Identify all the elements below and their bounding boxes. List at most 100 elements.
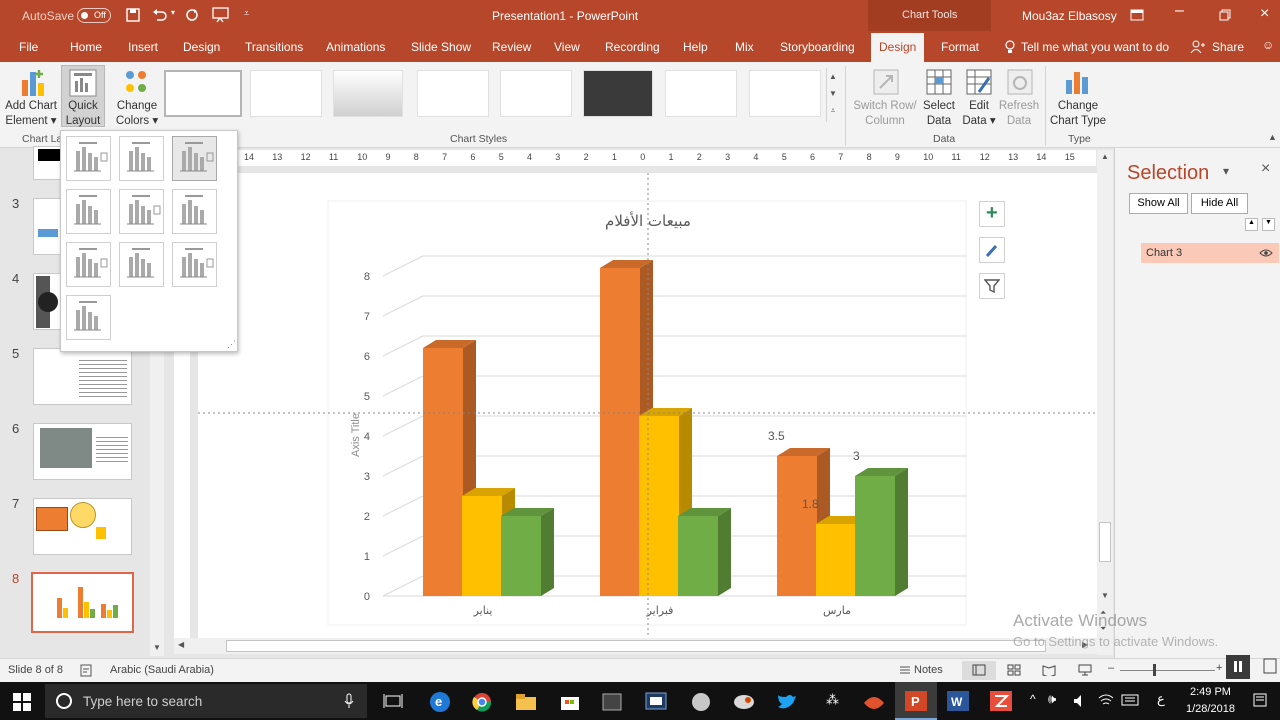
clock-date[interactable]: 1/28/2018 [1186, 703, 1235, 715]
chart-3[interactable]: 012345678مبيعات الأفلامAxis Titleيناير فب… [198, 173, 1098, 638]
scroll-up-icon[interactable]: ▲ [1101, 152, 1109, 161]
tab-transitions[interactable]: Transitions [245, 40, 303, 54]
fit-to-window-icon[interactable] [1262, 657, 1278, 675]
reading-view-icon[interactable] [1042, 664, 1056, 676]
gallery-up-icon[interactable]: ▲ [827, 68, 839, 85]
tab-insert[interactable]: Insert [128, 40, 158, 54]
tab-file[interactable]: File [19, 40, 38, 54]
change-chart-type-icon[interactable] [1063, 68, 1091, 96]
chart-style-4[interactable] [417, 70, 489, 117]
tab-chart-format[interactable]: Format [941, 40, 979, 54]
close-pane-icon[interactable]: × [1261, 160, 1270, 178]
slide-thumbnail-selected[interactable] [31, 572, 134, 633]
chart-style-3[interactable] [333, 70, 403, 117]
quick-layout-option[interactable] [66, 136, 111, 181]
chart-style-5[interactable] [500, 70, 572, 117]
language-indicator[interactable]: Arabic (Saudi Arabia) [110, 664, 214, 676]
gallery-down-icon[interactable]: ▼ [827, 85, 839, 102]
normal-view-button[interactable] [962, 661, 996, 680]
resize-grip-icon[interactable]: ⋰ [227, 339, 236, 350]
switch-row-column-button[interactable]: Switch Row/Column [850, 99, 920, 129]
chrome-icon[interactable] [472, 692, 492, 712]
quick-layout-option[interactable] [66, 242, 111, 287]
slide-thumbnail[interactable] [33, 423, 132, 480]
scroll-left-icon[interactable]: ◀ [178, 640, 184, 649]
quick-layout-option[interactable] [66, 295, 111, 340]
repeat-icon[interactable] [185, 8, 199, 22]
windows-start-icon[interactable] [13, 693, 31, 711]
app-icon[interactable] [862, 691, 886, 713]
edit-data-button[interactable]: Edit Data ▾ [960, 99, 998, 129]
edit-data-icon[interactable] [965, 68, 993, 96]
quick-layout-option[interactable] [172, 242, 217, 287]
powerpoint-taskbar-button[interactable]: P [895, 682, 937, 720]
quick-layout-option[interactable] [172, 189, 217, 234]
change-colors-button[interactable]: Change Colors ▾ [112, 99, 162, 129]
ribbon-collapse-icon[interactable]: ☺ [1262, 38, 1274, 52]
app-icon[interactable]: ⁂ [826, 692, 839, 708]
customize-toolbar-icon[interactable]: ⩡ [244, 8, 249, 19]
slide-sorter-icon[interactable] [1007, 664, 1021, 676]
quick-layout-option[interactable] [119, 136, 164, 181]
tab-home[interactable]: Home [70, 40, 102, 54]
add-chart-element-icon[interactable] [20, 68, 48, 98]
chart-elements-button[interactable]: + [979, 201, 1005, 227]
tab-help[interactable]: Help [683, 40, 708, 54]
notes-button[interactable]: Notes [914, 664, 943, 676]
slide-thumbnail[interactable] [33, 498, 132, 555]
edge-icon[interactable]: e [430, 692, 450, 712]
share-icon[interactable] [1190, 40, 1206, 54]
zoom-slider[interactable] [1120, 670, 1215, 671]
tab-slide-show[interactable]: Slide Show [411, 40, 471, 54]
close-icon[interactable]: × [1260, 5, 1269, 23]
restore-icon[interactable] [1219, 9, 1231, 21]
pane-options-icon[interactable]: ▾ [1223, 164, 1229, 178]
show-all-button[interactable]: Show All [1129, 193, 1188, 214]
keyboard-icon[interactable] [1121, 694, 1139, 706]
change-chart-type-button[interactable]: Change Chart Type [1048, 99, 1108, 129]
minimize-icon[interactable]: – [1175, 2, 1184, 20]
hide-all-button[interactable]: Hide All [1191, 193, 1248, 214]
microphone-icon[interactable] [344, 693, 354, 709]
input-language[interactable]: ع [1157, 691, 1165, 707]
gallery-more-icon[interactable]: ⩡ [827, 102, 839, 119]
vertical-scrollbar[interactable]: ▲ ▼ ⏶ ⏷ [1097, 150, 1113, 655]
chart-style-1[interactable] [164, 70, 242, 117]
taskbar-search-box[interactable]: Type here to search [45, 684, 367, 718]
send-backward-icon[interactable]: ▼ [1262, 218, 1275, 231]
select-data-button[interactable]: Select Data [918, 99, 960, 129]
bring-forward-icon[interactable]: ▲ [1245, 218, 1258, 231]
pause-overlay-button[interactable] [1226, 655, 1250, 679]
undo-dropdown-icon[interactable]: ▾ [171, 8, 175, 17]
notifications-icon[interactable] [1252, 692, 1268, 710]
tab-chart-design[interactable]: Design [871, 33, 925, 62]
zoom-in-button[interactable]: + [1216, 662, 1222, 674]
autosave-toggle[interactable]: Off [77, 8, 111, 23]
switch-row-column-icon[interactable] [872, 68, 900, 96]
horizontal-scrollbar[interactable]: ◀ ▶ [174, 638, 1097, 654]
tab-mix[interactable]: Mix [735, 40, 754, 54]
clock-time[interactable]: 2:49 PM [1190, 686, 1231, 698]
refresh-data-button[interactable]: Refresh Data [998, 99, 1040, 129]
eye-icon[interactable] [1259, 249, 1273, 257]
chart-style-6[interactable] [583, 70, 653, 117]
tell-me-search[interactable]: Tell me what you want to do [1021, 40, 1169, 54]
share-button[interactable]: Share [1212, 40, 1244, 54]
quick-layout-option[interactable] [119, 242, 164, 287]
chart-style-8[interactable] [749, 70, 821, 117]
add-chart-element-button[interactable]: Add Chart Element ▾ [2, 99, 60, 129]
store-icon[interactable] [560, 693, 580, 711]
spellcheck-icon[interactable] [80, 664, 94, 677]
save-icon[interactable] [126, 8, 140, 22]
scroll-down-icon[interactable]: ▼ [1101, 591, 1109, 600]
twitter-icon[interactable] [776, 693, 798, 711]
chart-styles-button[interactable] [979, 237, 1005, 263]
undo-icon[interactable] [152, 8, 168, 22]
hscroll-thumb[interactable] [226, 640, 1046, 652]
collapse-ribbon-icon[interactable]: ▲ [1268, 132, 1277, 142]
ribbon-display-options-icon[interactable] [1130, 9, 1144, 21]
chart-style-2[interactable] [250, 70, 322, 117]
select-data-icon[interactable] [925, 68, 953, 96]
tab-animations[interactable]: Animations [326, 40, 385, 54]
word-icon[interactable]: W [947, 691, 969, 711]
